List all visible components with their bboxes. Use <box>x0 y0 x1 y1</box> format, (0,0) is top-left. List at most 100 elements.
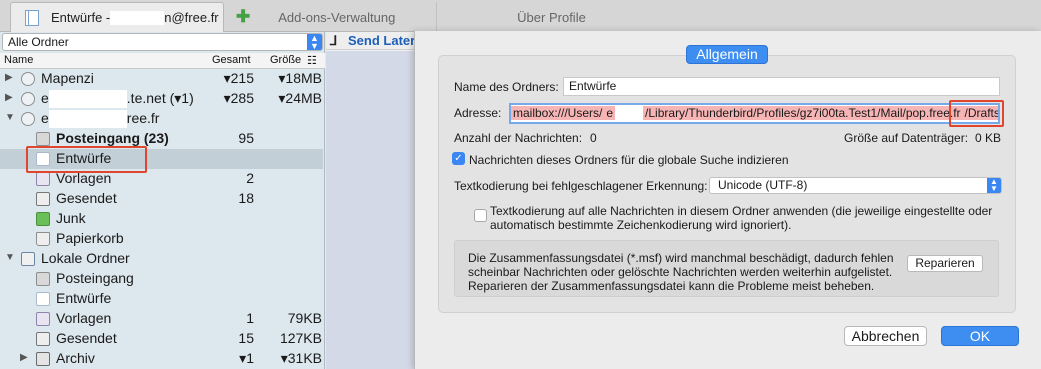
sent-icon <box>36 192 50 206</box>
address-field[interactable]: mailbox:///Users/e/Library/Thunderbird/P… <box>509 103 1000 124</box>
local-folders-icon <box>21 252 35 266</box>
puzzle-icon: ✚ <box>236 7 251 26</box>
tab-drafts-label: Entwürfe - <box>51 10 111 25</box>
disk-size-value: 0 KB <box>975 131 1002 145</box>
tab-addons-label: Add-ons-Verwaltung <box>278 9 396 25</box>
tab-about-profiles[interactable]: Über Profile <box>436 2 666 32</box>
encoding-value: Unicode (UTF-8) <box>718 178 808 192</box>
drafts-icon <box>36 292 50 306</box>
account-icon <box>21 72 35 86</box>
repair-text-line2: scheinbar Nachrichten oder gelöschte Nac… <box>468 265 893 279</box>
twisty-collapsed-icon[interactable]: ▶ <box>5 72 13 83</box>
redacted-block <box>110 10 165 25</box>
folder-name: Gesendet <box>56 190 117 206</box>
message-count-value: 0 <box>590 131 597 145</box>
repair-text-line1: Die Zusammenfassungsdatei (*.msf) wird m… <box>468 251 894 265</box>
account-icon <box>21 112 35 126</box>
twisty-collapsed-icon[interactable]: ▶ <box>5 92 13 103</box>
folder-view-value: Alle Ordner <box>8 35 69 49</box>
folder-name: Archiv <box>56 350 95 366</box>
folder-total: 15 <box>238 330 254 346</box>
folder-pane: Alle Ordner ▲ ▼ Name Gesamt Größe ☷ ▶ Map… <box>0 32 325 369</box>
folder-name: Vorlagen <box>56 310 112 326</box>
message-count-label: Anzahl der Nachrichten: <box>454 131 583 145</box>
index-checkbox[interactable]: ✓ <box>452 152 465 165</box>
folder-view-select[interactable]: Alle Ordner ▲ ▼ <box>2 33 323 51</box>
account-icon <box>21 92 35 106</box>
folder-name: e .te.net (▾1) <box>41 90 194 109</box>
folder-row-archive[interactable]: ▶ Archiv ▾1 ▾31KB <box>0 349 323 369</box>
ok-button[interactable]: OK <box>941 326 1019 346</box>
column-size[interactable]: Größe <box>270 54 301 66</box>
twisty-expanded-icon[interactable]: ▼ <box>5 252 15 263</box>
folder-row-mapenzi[interactable]: ▶ Mapenzi ▾215 ▾18MB <box>0 69 323 89</box>
column-picker-icon[interactable]: ☷ <box>307 54 317 67</box>
apply-encoding-label-line1: Textkodierung auf alle Nachrichten in di… <box>490 204 993 218</box>
column-name[interactable]: Name <box>4 54 33 66</box>
folder-size: 79KB <box>287 310 322 326</box>
folder-total: 95 <box>238 130 254 146</box>
folder-row-local-sent[interactable]: Gesendet 15 127KB <box>0 329 323 349</box>
twisty-expanded-icon[interactable]: ▼ <box>5 112 15 123</box>
address-part-1b: e <box>604 106 616 120</box>
folder-name: Papierkorb <box>56 230 124 246</box>
sent-icon <box>36 332 50 346</box>
column-total[interactable]: Gesamt <box>212 54 251 66</box>
folder-row-sent[interactable]: Gesendet 18 <box>0 189 323 209</box>
encoding-select[interactable]: Unicode (UTF-8) ▲ ▼ <box>709 177 1002 194</box>
folder-name: e ree.fr <box>41 110 159 129</box>
folder-size: ▾24MB <box>278 90 322 106</box>
highlight-annotation <box>949 100 1004 127</box>
folder-total: ▾285 <box>223 90 254 106</box>
apply-encoding-label-line2: automatisch bestimmte Zeichenkodierung w… <box>490 218 792 232</box>
folder-name: Junk <box>56 210 86 226</box>
templates-icon <box>36 312 50 326</box>
folder-row-junk[interactable]: Junk <box>0 209 323 229</box>
folder-name: Lokale Ordner <box>41 250 130 266</box>
folder-size: ▾31KB <box>280 350 322 366</box>
cancel-button[interactable]: Abbrechen <box>844 326 927 346</box>
disk-size-label: Größe auf Datenträger: <box>844 131 969 145</box>
folder-row-local-drafts[interactable]: Entwürfe <box>0 289 323 309</box>
send-later-button[interactable]: Send Later <box>348 33 415 48</box>
tab-general[interactable]: Allgemein <box>686 45 768 64</box>
drafts-icon <box>25 9 39 26</box>
address-part-1: mailbox:///Users/ <box>511 106 605 120</box>
apply-encoding-checkbox[interactable] <box>474 209 487 222</box>
repair-button[interactable]: Reparieren <box>907 255 983 272</box>
folder-name: Posteingang <box>56 270 134 286</box>
folder-name-input[interactable]: Entwürfe <box>563 77 1000 96</box>
folder-name: Mapenzi <box>41 70 94 86</box>
twisty-collapsed-icon[interactable]: ▶ <box>20 352 28 363</box>
folder-total: ▾215 <box>223 70 254 86</box>
inbox-icon <box>36 132 50 146</box>
folder-name-label: Name des Ordners: <box>454 80 559 94</box>
repair-text-line3: Reparieren der Zusammenfassungsdatei kan… <box>468 279 875 293</box>
folder-row-local-templates[interactable]: Vorlagen 1 79KB <box>0 309 323 329</box>
send-later-icon: ⅃ <box>330 33 338 48</box>
junk-icon <box>36 212 50 226</box>
tab-drafts[interactable]: Entwürfe - n@free.fr <box>10 2 224 32</box>
folder-row-account-free[interactable]: ▼ e ree.fr <box>0 109 323 129</box>
folder-name: Posteingang (23) <box>56 130 169 146</box>
folder-total: ▾1 <box>239 350 254 366</box>
tab-drafts-email: n@free.fr <box>164 10 219 25</box>
folder-total: 1 <box>246 310 254 326</box>
chevron-updown-icon: ▲ ▼ <box>987 178 1001 193</box>
folder-name: Gesendet <box>56 330 117 346</box>
address-part-2: /Library/Thunderbird/Profiles/gz7i00ta.T… <box>643 106 963 120</box>
folder-size: 127KB <box>279 330 322 346</box>
encoding-label: Textkodierung bei fehlgeschlagener Erken… <box>454 179 708 193</box>
templates-icon <box>36 172 50 186</box>
folder-row-trash[interactable]: Papierkorb <box>0 229 323 249</box>
archive-icon <box>36 352 50 366</box>
tab-profile-label: Über Profile <box>517 9 586 25</box>
folder-row-local-inbox[interactable]: Posteingang <box>0 269 323 289</box>
tab-strip: Entwürfe - n@free.fr ✚ Add-ons-Verwaltun… <box>0 0 1041 32</box>
folder-row-account-2[interactable]: ▶ e .te.net (▾1) ▾285 ▾24MB <box>0 89 323 109</box>
highlight-annotation <box>26 146 147 173</box>
folder-row-local-folders[interactable]: ▼ Lokale Ordner <box>0 249 323 269</box>
tab-addons-manager[interactable]: ✚ Add-ons-Verwaltung <box>230 2 430 32</box>
chevron-updown-icon: ▲ ▼ <box>307 34 322 51</box>
trash-icon <box>36 232 50 246</box>
